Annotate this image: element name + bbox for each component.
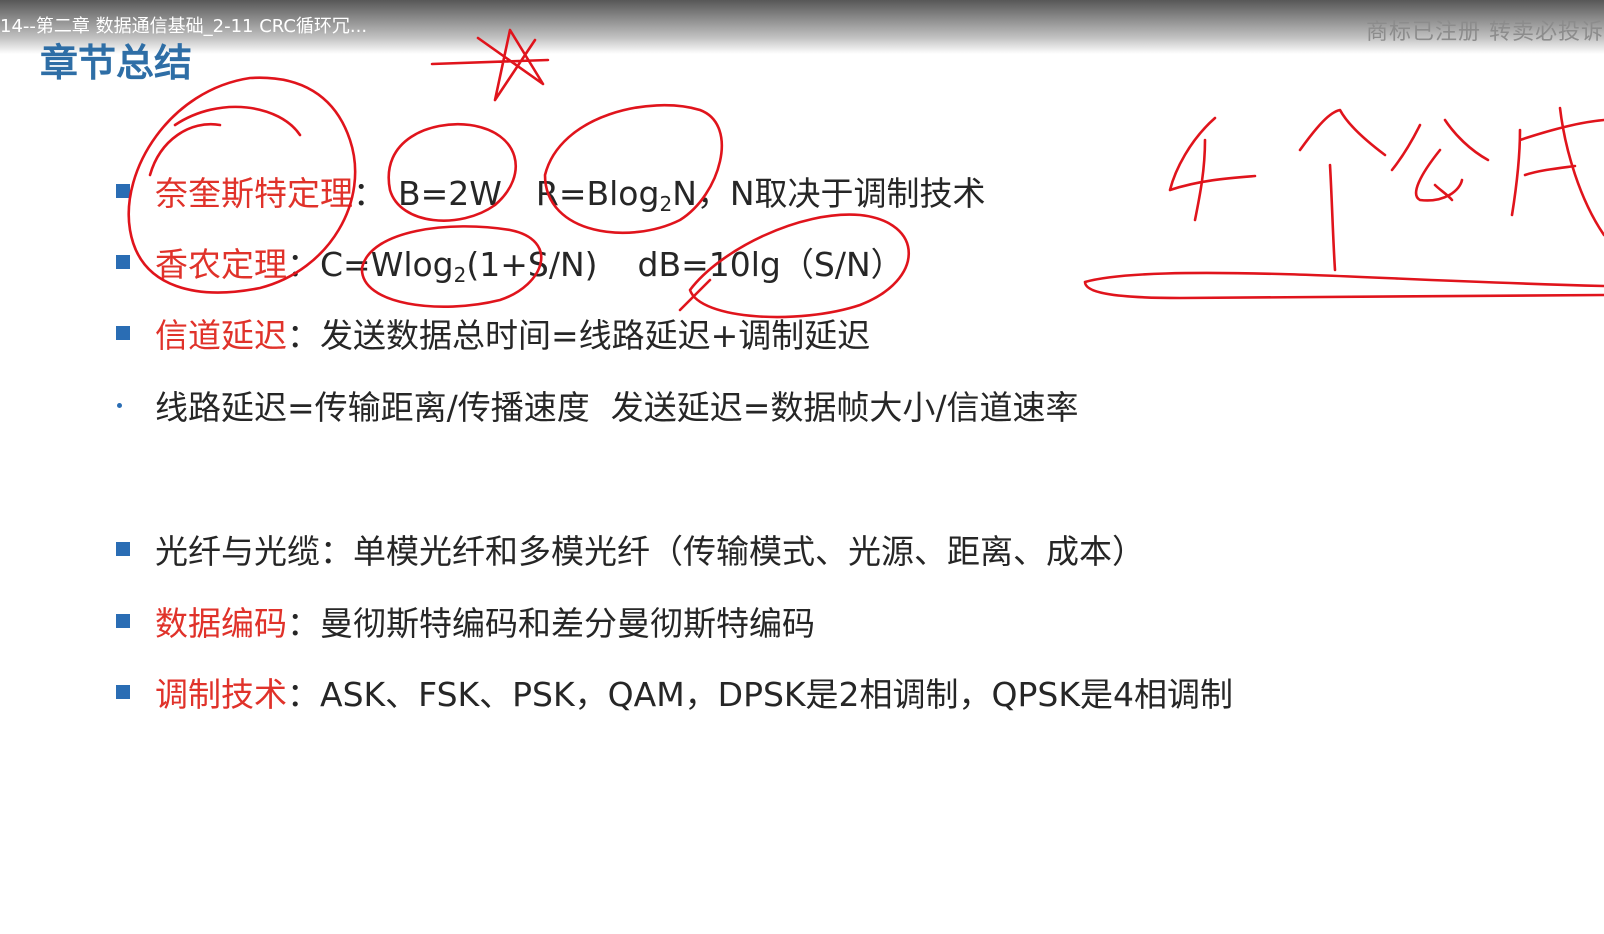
bullet-square-icon — [116, 184, 130, 198]
bullet-square-icon — [116, 614, 130, 628]
formula-capacity: C=Wlog2(1+S/N) — [320, 244, 598, 287]
separator: ： — [353, 173, 386, 213]
item-text: 线路延迟=传输距离/传播速度 发送延迟=数据帧大小/信道速率 — [155, 388, 1079, 427]
bullet-square-icon — [116, 685, 130, 699]
bullet-dot-icon — [117, 402, 122, 408]
separator: ： — [287, 604, 320, 643]
formula-bandwidth: B=2W — [398, 173, 502, 213]
formula-db: dB=10lg（S/N） — [637, 244, 904, 284]
item-text: 发送数据总时间=线路延迟+调制延迟 — [320, 316, 871, 355]
term-shannon: 香农定理 — [155, 244, 287, 284]
separator: ： — [287, 675, 320, 714]
term-channel-delay: 信道延迟 — [155, 316, 287, 355]
separator: ： — [287, 244, 320, 284]
bullet-square-icon — [116, 542, 130, 556]
item-text: 曼彻斯特编码和差分曼彻斯特编码 — [320, 604, 815, 643]
formula-rate: R=Blog2N，N取决于调制技术 — [535, 173, 986, 216]
separator: ： — [287, 316, 320, 355]
term-nyquist: 奈奎斯特定理 — [155, 173, 353, 213]
item-text: 光纤与光缆：单模光纤和多模光纤（传输模式、光源、距离、成本） — [155, 532, 1145, 571]
summary-list: 奈奎斯特定理 ： B=2W R=Blog2N，N取决于调制技术 香农定理 ： C… — [0, 0, 1604, 934]
bullet-square-icon — [116, 326, 130, 340]
bullet-square-icon — [116, 255, 130, 269]
term-encoding: 数据编码 — [155, 604, 287, 643]
video-frame: 14--第二章 数据通信基础_2-11 CRC循环冗... 商标已注册 转卖必投… — [0, 0, 1604, 934]
item-text: ASK、FSK、PSK，QAM，DPSK是2相调制，QPSK是4相调制 — [320, 675, 1234, 714]
term-modulation: 调制技术 — [155, 675, 287, 714]
